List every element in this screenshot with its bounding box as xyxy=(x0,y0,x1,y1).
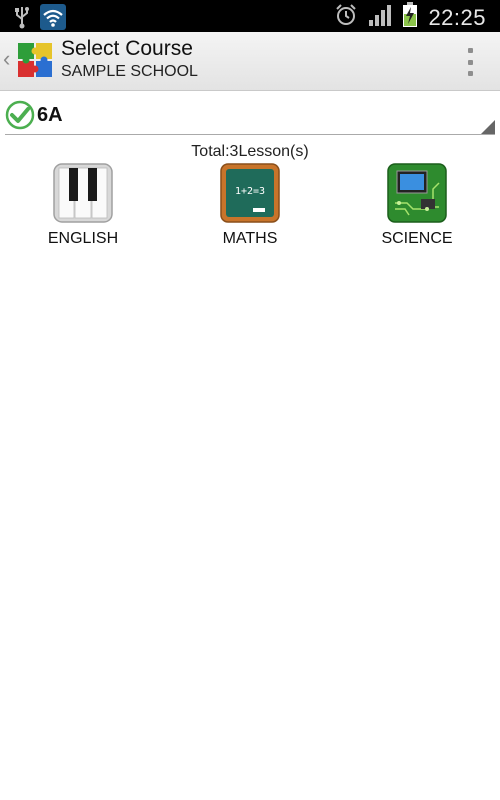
course-english[interactable]: ENGLISH xyxy=(23,163,143,251)
course-label: MATHS xyxy=(222,230,278,247)
battery-charging-icon xyxy=(402,2,418,33)
circuit-chip-icon xyxy=(387,163,447,223)
wifi-icon xyxy=(40,4,66,35)
usb-icon xyxy=(14,5,30,34)
check-circle-icon xyxy=(5,100,35,130)
course-science[interactable]: SCIENCE xyxy=(357,163,477,251)
chevron-left-icon[interactable]: ‹ xyxy=(3,44,13,74)
overflow-menu-icon[interactable] xyxy=(466,48,474,76)
course-maths[interactable]: 1+2=3 MATHS xyxy=(190,163,310,251)
puzzle-logo-icon[interactable] xyxy=(17,42,53,78)
course-label: SCIENCE xyxy=(381,230,453,247)
piano-keys-icon xyxy=(53,163,113,223)
alarm-icon xyxy=(334,3,358,32)
page-subtitle: SAMPLE SCHOOL xyxy=(61,63,198,80)
class-value: 6A xyxy=(37,104,63,126)
chalkboard-icon: 1+2=3 xyxy=(220,163,280,223)
course-label: ENGLISH xyxy=(47,230,119,247)
status-time: 22:25 xyxy=(428,4,486,30)
page-title: Select Course xyxy=(61,37,193,60)
status-bar: 22:25 xyxy=(0,0,500,32)
course-grid: ENGLISH 1+2=3 MATHS SCIENCE xyxy=(0,163,500,253)
dropdown-arrow-icon xyxy=(481,120,495,134)
class-spinner[interactable]: 6A xyxy=(5,98,495,135)
signal-icon xyxy=(368,3,392,32)
lesson-total: Total:3Lesson(s) xyxy=(191,143,309,160)
svg-text:1+2=3: 1+2=3 xyxy=(235,186,265,197)
action-bar: ‹ Select Course SAMPLE SCHOOL xyxy=(0,32,500,91)
